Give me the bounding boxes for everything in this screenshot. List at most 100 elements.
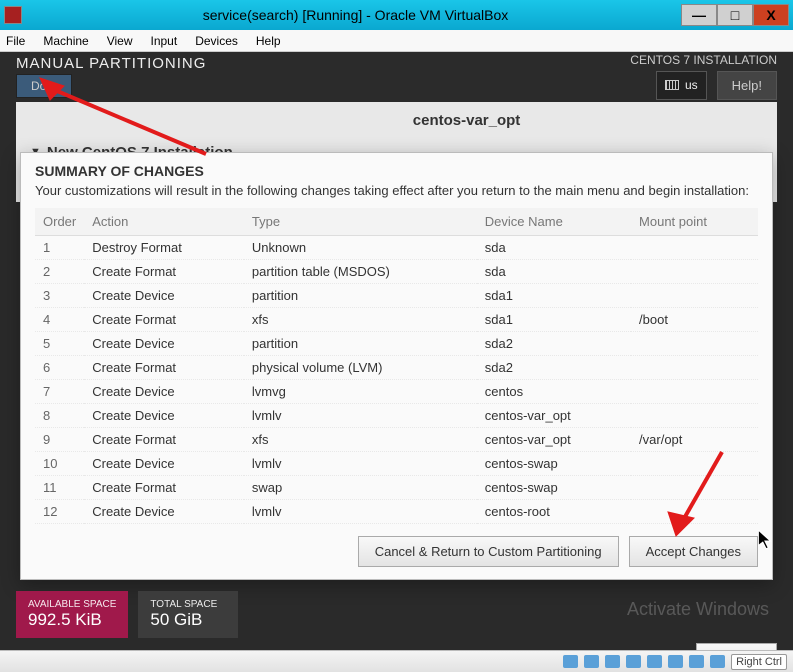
cancel-button[interactable]: Cancel & Return to Custom Partitioning <box>358 536 619 567</box>
cell-device: sda1 <box>477 308 631 332</box>
host-key-indicator: Right Ctrl <box>731 654 787 670</box>
cell-type: partition <box>244 284 477 308</box>
cell-action: Create Format <box>84 308 244 332</box>
cell-action: Create Device <box>84 284 244 308</box>
virtualbox-icon <box>4 6 22 24</box>
cell-type: lvmlv <box>244 404 477 428</box>
cell-mount <box>631 404 758 428</box>
cell-device: centos-var_opt <box>477 404 631 428</box>
dialog-description: Your customizations will result in the f… <box>21 183 772 208</box>
cell-action: Create Device <box>84 452 244 476</box>
cell-action: Create Format <box>84 356 244 380</box>
cell-order: 2 <box>35 260 84 284</box>
cell-device: sda2 <box>477 332 631 356</box>
cell-action: Create Format <box>84 428 244 452</box>
status-icon <box>668 655 683 668</box>
table-row[interactable]: 12Create Devicelvmlvcentos-root <box>35 500 758 524</box>
menu-help[interactable]: Help <box>256 34 281 48</box>
storage-summary-bar: AVAILABLE SPACE 992.5 KiB TOTAL SPACE 50… <box>16 591 777 638</box>
installer-banner: MANUAL PARTITIONING Done CENTOS 7 INSTAL… <box>0 52 793 100</box>
cell-action: Create Format <box>84 260 244 284</box>
cell-device: centos-swap <box>477 452 631 476</box>
table-row[interactable]: 3Create Devicepartitionsda1 <box>35 284 758 308</box>
status-icon <box>710 655 725 668</box>
virtualbox-status-bar: Right Ctrl <box>0 650 793 672</box>
accept-changes-button[interactable]: Accept Changes <box>629 536 758 567</box>
cell-order: 11 <box>35 476 84 500</box>
total-space-label: TOTAL SPACE <box>150 599 226 610</box>
total-space-box: TOTAL SPACE 50 GiB <box>138 591 238 638</box>
available-space-value: 992.5 KiB <box>28 610 116 630</box>
window-title: service(search) [Running] - Oracle VM Vi… <box>30 7 681 23</box>
cell-type: physical volume (LVM) <box>244 356 477 380</box>
table-row[interactable]: 11Create Formatswapcentos-swap <box>35 476 758 500</box>
menu-machine[interactable]: Machine <box>43 34 88 48</box>
table-row[interactable]: 2Create Formatpartition table (MSDOS)sda <box>35 260 758 284</box>
help-button[interactable]: Help! <box>717 71 777 100</box>
cell-type: xfs <box>244 428 477 452</box>
table-row[interactable]: 6Create Formatphysical volume (LVM)sda2 <box>35 356 758 380</box>
table-row[interactable]: 1Destroy FormatUnknownsda <box>35 236 758 260</box>
col-action: Action <box>84 208 244 236</box>
maximize-button[interactable]: □ <box>717 4 753 26</box>
cell-device: sda <box>477 236 631 260</box>
keyboard-layout-indicator[interactable]: us <box>656 71 707 100</box>
col-type: Type <box>244 208 477 236</box>
done-button[interactable]: Done <box>16 74 72 98</box>
changes-table: Order Action Type Device Name Mount poin… <box>35 208 758 524</box>
summary-of-changes-dialog: SUMMARY OF CHANGES Your customizations w… <box>20 152 773 580</box>
cell-type: partition <box>244 332 477 356</box>
cell-action: Create Device <box>84 332 244 356</box>
cell-action: Create Device <box>84 404 244 428</box>
table-row[interactable]: 9Create Formatxfscentos-var_opt/var/opt <box>35 428 758 452</box>
minimize-button[interactable]: — <box>681 4 717 26</box>
cell-device: centos <box>477 380 631 404</box>
cell-mount <box>631 356 758 380</box>
menu-devices[interactable]: Devices <box>195 34 238 48</box>
cell-order: 4 <box>35 308 84 332</box>
window-titlebar: service(search) [Running] - Oracle VM Vi… <box>0 0 793 30</box>
status-icon <box>689 655 704 668</box>
cell-device: centos-root <box>477 500 631 524</box>
cell-device: sda1 <box>477 284 631 308</box>
cell-order: 9 <box>35 428 84 452</box>
cell-type: swap <box>244 476 477 500</box>
cell-mount <box>631 332 758 356</box>
table-row[interactable]: 10Create Devicelvmlvcentos-swap <box>35 452 758 476</box>
cell-device: centos-swap <box>477 476 631 500</box>
cell-order: 10 <box>35 452 84 476</box>
total-space-value: 50 GiB <box>150 610 226 630</box>
cell-order: 1 <box>35 236 84 260</box>
cell-type: xfs <box>244 308 477 332</box>
virtualbox-menu-bar: File Machine View Input Devices Help <box>0 30 793 52</box>
cell-mount: /var/opt <box>631 428 758 452</box>
cell-mount <box>631 452 758 476</box>
guest-display: MANUAL PARTITIONING Done CENTOS 7 INSTAL… <box>0 52 793 650</box>
cell-mount <box>631 260 758 284</box>
table-row[interactable]: 4Create Formatxfssda1/boot <box>35 308 758 332</box>
status-icon <box>626 655 641 668</box>
menu-view[interactable]: View <box>107 34 133 48</box>
cell-action: Create Device <box>84 380 244 404</box>
cell-mount <box>631 476 758 500</box>
cell-order: 6 <box>35 356 84 380</box>
col-order: Order <box>35 208 84 236</box>
cell-device: centos-var_opt <box>477 428 631 452</box>
cell-mount <box>631 236 758 260</box>
dialog-title: SUMMARY OF CHANGES <box>21 153 772 183</box>
page-title: MANUAL PARTITIONING <box>16 55 206 72</box>
menu-input[interactable]: Input <box>151 34 178 48</box>
menu-file[interactable]: File <box>6 34 25 48</box>
cell-order: 12 <box>35 500 84 524</box>
cell-type: partition table (MSDOS) <box>244 260 477 284</box>
table-row[interactable]: 7Create Devicelvmvgcentos <box>35 380 758 404</box>
table-row[interactable]: 5Create Devicepartitionsda2 <box>35 332 758 356</box>
installer-subtitle: CENTOS 7 INSTALLATION <box>630 53 777 67</box>
close-button[interactable]: X <box>753 4 789 26</box>
cell-mount <box>631 380 758 404</box>
status-icon <box>563 655 578 668</box>
cell-order: 7 <box>35 380 84 404</box>
col-device: Device Name <box>477 208 631 236</box>
table-row[interactable]: 8Create Devicelvmlvcentos-var_opt <box>35 404 758 428</box>
cell-device: sda2 <box>477 356 631 380</box>
